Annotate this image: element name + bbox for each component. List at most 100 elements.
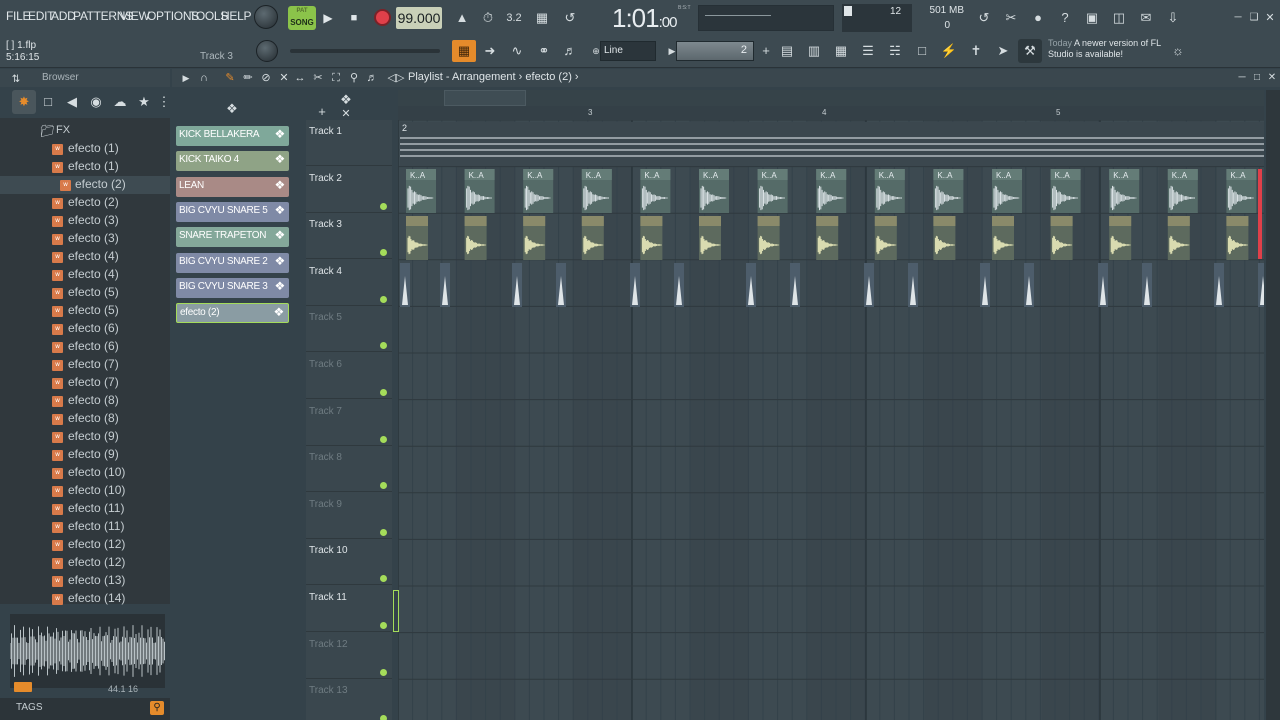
vertical-scrollbar[interactable] <box>1266 90 1280 720</box>
clip-source-item[interactable]: efecto (2) ❖ <box>176 303 289 324</box>
track-resize-handle[interactable] <box>393 590 399 632</box>
track-mute-led[interactable] <box>380 435 387 443</box>
browser-item[interactable]: w efecto (1) <box>0 158 170 176</box>
browser-all-icon[interactable]: ✸ <box>12 90 36 114</box>
loop-record-icon[interactable]: ↺ <box>558 6 582 30</box>
track-mute-led[interactable] <box>380 249 387 257</box>
undo-icon[interactable]: ↺ <box>972 6 996 30</box>
browser-item[interactable]: w efecto (8) <box>0 392 170 410</box>
search-icon[interactable]: ⚲ <box>150 701 164 715</box>
browser-item[interactable]: w efecto (3) <box>0 230 170 248</box>
menu-add[interactable]: ADD <box>51 9 76 23</box>
clip-drag-icon[interactable]: ❖ <box>275 203 286 217</box>
playback-tool-icon[interactable]: ♬ <box>360 66 384 90</box>
tags-bar[interactable]: TAGS <box>0 698 170 720</box>
browser-item[interactable]: w efecto (14) <box>0 590 170 608</box>
track-mute-led[interactable] <box>380 202 387 210</box>
track-header[interactable]: Track 11 <box>306 586 392 632</box>
browser-item[interactable]: w efecto (3) <box>0 212 170 230</box>
track-header[interactable]: Track 12 <box>306 633 392 679</box>
microphone-icon[interactable]: ● <box>1026 6 1050 30</box>
track-mute-led[interactable] <box>380 295 387 303</box>
master-volume-knob[interactable] <box>254 5 278 29</box>
browser-item[interactable]: w efecto (2) <box>0 176 170 194</box>
wrench-icon[interactable]: ✝ <box>964 39 988 63</box>
track-mute-led[interactable] <box>380 575 387 583</box>
link-icon[interactable]: ⚭ <box>532 39 556 63</box>
clip-drag-icon[interactable]: ❖ <box>275 279 286 293</box>
cart-icon[interactable]: ⚒ <box>1018 39 1042 63</box>
browser-cloud-icon[interactable]: ☁ <box>108 90 132 114</box>
clip-drag-icon[interactable]: ❖ <box>275 152 286 166</box>
browser-item[interactable]: w efecto (6) <box>0 338 170 356</box>
stop-button[interactable]: ■ <box>344 6 364 30</box>
browser-item[interactable]: w efecto (4) <box>0 248 170 266</box>
menu-file[interactable]: FILE <box>6 9 30 23</box>
close-icon[interactable]: ✕ <box>1258 6 1280 30</box>
browser-folder[interactable]: 📁︎ FX <box>0 122 170 140</box>
bell-icon[interactable]: ♬ <box>558 39 582 63</box>
timeline-overview[interactable] <box>398 90 1264 106</box>
browser-item[interactable]: w efecto (10) <box>0 482 170 500</box>
browser-item[interactable]: w efecto (12) <box>0 536 170 554</box>
arrow-icon[interactable]: ➜ <box>478 39 502 63</box>
preview-play-button[interactable] <box>14 682 32 692</box>
track-header[interactable]: Track 2 <box>306 167 392 213</box>
browser-item[interactable]: w efecto (12) <box>0 554 170 572</box>
curve-icon[interactable]: ∿ <box>505 39 529 63</box>
browser-item[interactable]: w efecto (7) <box>0 356 170 374</box>
browser-item[interactable]: w efecto (1) <box>0 140 170 158</box>
clip-drag-icon[interactable]: ❖ <box>275 228 286 242</box>
download-icon[interactable]: ⇩ <box>1161 6 1185 30</box>
metronome-icon[interactable]: ▲ <box>450 6 474 30</box>
clip-source-item[interactable]: BIG CVYU SNARE 5 ❖ <box>176 201 289 222</box>
master-pitch-knob[interactable] <box>256 40 278 62</box>
clip-source-item[interactable]: LEAN ❖ <box>176 176 289 197</box>
oscilloscope-monitor[interactable] <box>698 5 834 31</box>
pattern-selector[interactable]: 2 <box>676 41 754 61</box>
track-mute-led[interactable] <box>380 482 387 490</box>
plug-icon[interactable]: ⚡ <box>937 39 961 63</box>
track-mute-led[interactable] <box>380 342 387 350</box>
bird-icon[interactable]: ➤ <box>991 39 1015 63</box>
song-mode-button[interactable]: PAT SONG <box>288 6 316 30</box>
track-mute-led[interactable] <box>380 668 387 676</box>
globe-icon[interactable]: ☼ <box>1166 39 1190 63</box>
track-header[interactable]: Track 10 <box>306 539 392 586</box>
clip-source-item[interactable]: BIG CVYU SNARE 2 ❖ <box>176 252 289 273</box>
track-mute-led[interactable] <box>380 528 387 536</box>
piano-icon[interactable]: ▥ <box>802 39 826 63</box>
chat-icon[interactable]: ✉ <box>1134 6 1158 30</box>
snap-selector[interactable]: Line <box>600 41 656 61</box>
news-panel[interactable]: Today A newer version of FL Studio is av… <box>1048 38 1168 66</box>
browser-globe-icon[interactable]: ◉ <box>84 90 108 114</box>
play-button[interactable]: ▶ <box>318 6 338 30</box>
track-mute-led[interactable] <box>380 715 387 720</box>
track-header[interactable]: Track 4 <box>306 260 392 306</box>
track-header[interactable]: Track 13 <box>306 679 392 720</box>
arrangement-grid[interactable]: 2 K..A K..A K..A K..A K..A K..A K..A K..A K..A K..… <box>398 120 1264 720</box>
magnet-icon[interactable]: ∩ <box>192 66 216 90</box>
track-header[interactable]: Track 9 <box>306 493 392 539</box>
playlist-close-icon[interactable]: ✕ <box>1260 66 1280 90</box>
track-header[interactable]: Track 7 <box>306 400 392 446</box>
clip-drag-icon[interactable]: ❖ <box>275 127 286 141</box>
menu-help[interactable]: HELP <box>221 9 251 23</box>
help-icon[interactable]: ? <box>1053 6 1077 30</box>
clip-drag-icon[interactable]: ❖ <box>274 305 285 319</box>
menu-view[interactable]: VIEW <box>120 9 150 23</box>
time-ruler[interactable]: 3 4 5 <box>398 106 1264 120</box>
browser-item[interactable]: w efecto (5) <box>0 284 170 302</box>
clip-source-item[interactable]: SNARE TRAPETON ❖ <box>176 227 289 248</box>
browser-item[interactable]: w efecto (5) <box>0 302 170 320</box>
track-header[interactable]: Track 5 <box>306 306 392 353</box>
track-header[interactable]: Track 6 <box>306 353 392 399</box>
track-mute-led[interactable] <box>380 622 387 629</box>
sample-waveform-preview[interactable] <box>10 614 165 688</box>
browser-item[interactable]: w efecto (2) <box>0 194 170 212</box>
save-icon[interactable]: ▣ <box>1080 6 1104 30</box>
file-icon[interactable]: □ <box>910 39 934 63</box>
track-header[interactable]: Track 3 <box>306 213 392 260</box>
clip-drag-icon[interactable]: ❖ <box>275 178 286 192</box>
browser-tree-icon[interactable]: ☵ <box>883 39 907 63</box>
